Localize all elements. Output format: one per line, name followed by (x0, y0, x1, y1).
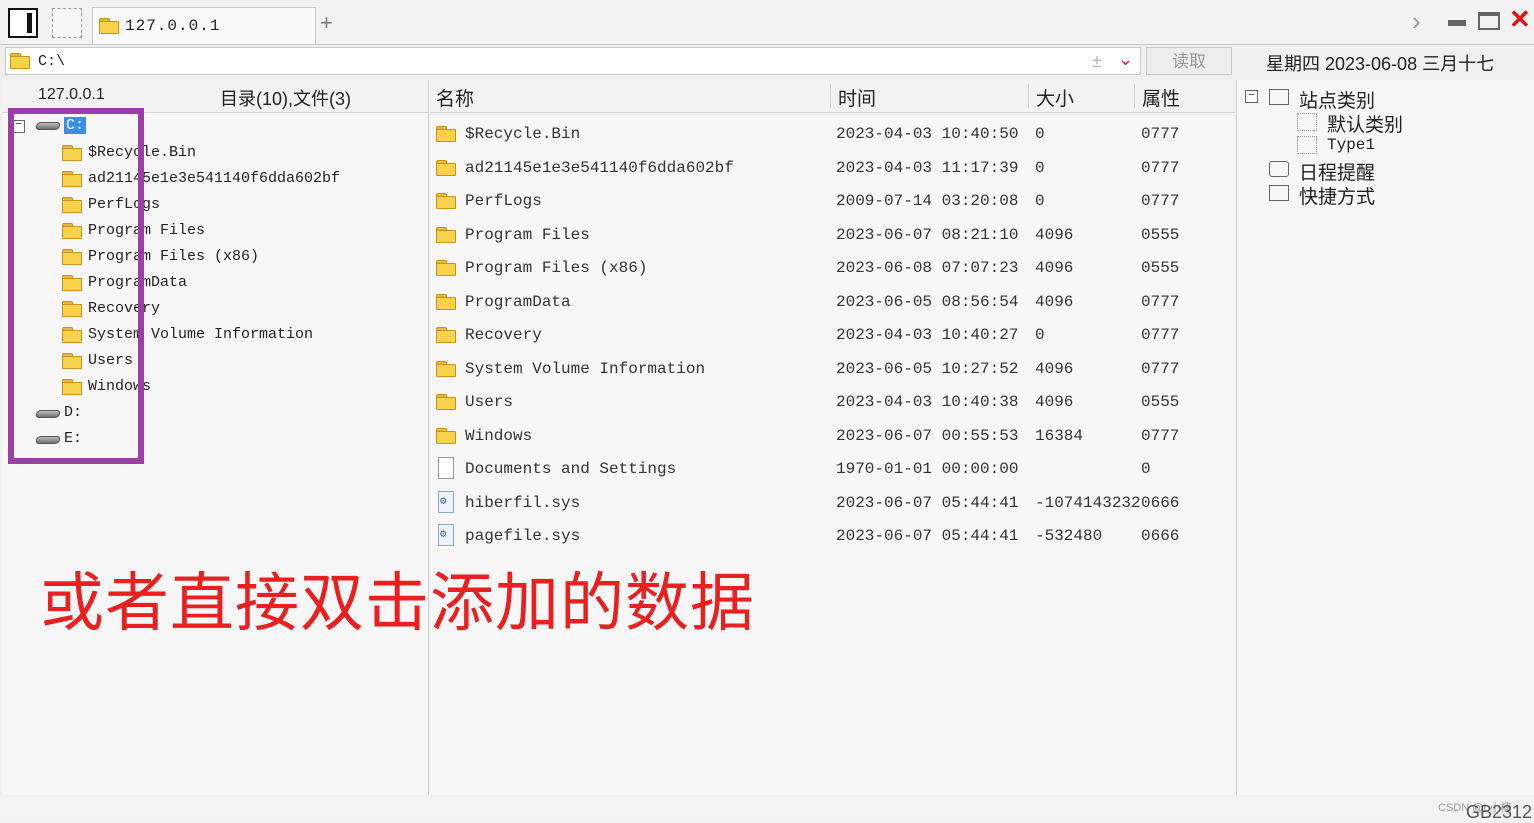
file-row[interactable]: pagefile.sys2023-06-07 05:44:41-53248006… (430, 520, 1235, 550)
column-divider[interactable] (1134, 84, 1135, 108)
sidebar-category-type1[interactable]: Type1 (1297, 134, 1497, 158)
file-icon (438, 457, 454, 479)
folder-icon (436, 226, 456, 243)
sidebar-schedule[interactable]: 日程提醒 (1269, 158, 1469, 184)
file-row[interactable]: Program Files (x86) 2023-06-08 07:07:23 40… (430, 252, 1235, 282)
file-row[interactable]: System Volume Information 2023-06-05 10:2… (430, 353, 1235, 383)
file-row[interactable]: Program Files 2023-06-07 08:21:10 4096 0555 (430, 219, 1235, 249)
file-row[interactable]: Users 2023-04-03 10:40:38 4096 0555 (430, 386, 1235, 416)
file-row[interactable]: $Recycle.Bin 2023-04-03 10:40:50 0 0777 (430, 118, 1235, 148)
folder-icon (99, 18, 119, 34)
file-row[interactable]: ad21145e1e3e541140f6dda602bf 2023-04-03 1… (430, 152, 1235, 182)
folder-icon (436, 126, 456, 142)
column-size[interactable]: 大小 (1036, 84, 1074, 111)
tab-127-0-0-1[interactable]: 127.0.0.1 (92, 7, 316, 44)
file-row[interactable]: hiberfil.sys2023-06-07 05:44:41-10741432… (430, 487, 1235, 517)
read-button[interactable]: 读取 (1146, 47, 1232, 75)
annotation-caption: 或者直接双击添加的数据 (40, 567, 755, 639)
file-row[interactable]: ProgramData 2023-06-05 08:56:54 4096 0777 (430, 286, 1235, 316)
chevron-down-icon[interactable]: ⌄ (1118, 49, 1133, 70)
encoding-label: GB2312 (1466, 802, 1533, 822)
category-item-icon (1297, 136, 1317, 154)
file-list-header: 名称 时间 大小 属性 (430, 80, 1235, 113)
status-bar (0, 795, 1534, 821)
directory-tree-pane: 127.0.0.1 目录(10),文件(3) − C: $Recycle.Bin… (2, 80, 429, 795)
folder-icon (436, 159, 456, 176)
column-divider[interactable] (1028, 84, 1029, 108)
date-display: 星期四 2023-06-08 三月十七 (1266, 54, 1495, 74)
tab-title: 127.0.0.1 (125, 17, 221, 35)
close-icon[interactable]: ✕ (1509, 4, 1531, 35)
add-tab-button[interactable]: + (320, 10, 333, 36)
sidebar-category-default[interactable]: 默认类别 (1297, 110, 1497, 136)
panel-toggle-icon[interactable] (8, 8, 38, 38)
tree-stats: 目录(10),文件(3) (220, 89, 352, 109)
tab-bar: 127.0.0.1 + › ✕ (0, 0, 1534, 45)
system-file-icon (438, 490, 454, 513)
file-row[interactable]: Windows 2023-06-07 00:55:53 16384 0777 (430, 420, 1235, 450)
column-time[interactable]: 时间 (838, 84, 876, 111)
folder-icon (436, 327, 456, 343)
file-row[interactable]: PerfLogs 2009-07-14 03:20:08 0 0777 (430, 185, 1235, 215)
highlight-box (8, 108, 144, 464)
folder-icon (436, 260, 456, 276)
site-sidebar: − 站点类别 默认类别 Type1 日程提醒 快捷方式 (1236, 80, 1534, 795)
column-name[interactable]: 名称 (436, 84, 474, 111)
pin-icon[interactable]: ± (1092, 51, 1102, 72)
clock-icon (1269, 161, 1289, 177)
system-file-icon (438, 524, 454, 546)
sidebar-site-category[interactable]: − 站点类别 (1245, 86, 1445, 112)
folder-icon (436, 360, 456, 377)
folder-icon (436, 427, 456, 444)
category-icon (1269, 89, 1289, 105)
folder-icon (436, 293, 456, 310)
shortcut-icon (1269, 185, 1289, 201)
chevron-right-icon[interactable]: › (1412, 6, 1421, 37)
category-item-icon (1297, 113, 1317, 131)
folder-icon (10, 53, 30, 69)
file-list: $Recycle.Bin 2023-04-03 10:40:50 0 0777 ad2… (430, 116, 1235, 796)
collapse-icon[interactable]: − (1245, 90, 1258, 103)
folder-icon (436, 394, 456, 410)
maximize-icon[interactable] (1478, 12, 1500, 30)
address-bar[interactable]: C:\ ± ⌄ (5, 47, 1141, 75)
column-divider[interactable] (830, 84, 831, 108)
blank-tab-icon[interactable] (52, 8, 82, 38)
address-path[interactable]: C:\ (38, 53, 65, 70)
column-attr[interactable]: 属性 (1142, 84, 1180, 111)
file-row[interactable]: Documents and Settings 1970-01-01 00:00:0… (430, 453, 1235, 483)
file-row[interactable]: Recovery 2023-04-03 10:40:27 0 0777 (430, 319, 1235, 349)
tree-host: 127.0.0.1 (38, 86, 105, 103)
sidebar-shortcuts[interactable]: 快捷方式 (1269, 182, 1469, 208)
minimize-icon[interactable] (1448, 20, 1466, 26)
folder-icon (436, 193, 456, 209)
